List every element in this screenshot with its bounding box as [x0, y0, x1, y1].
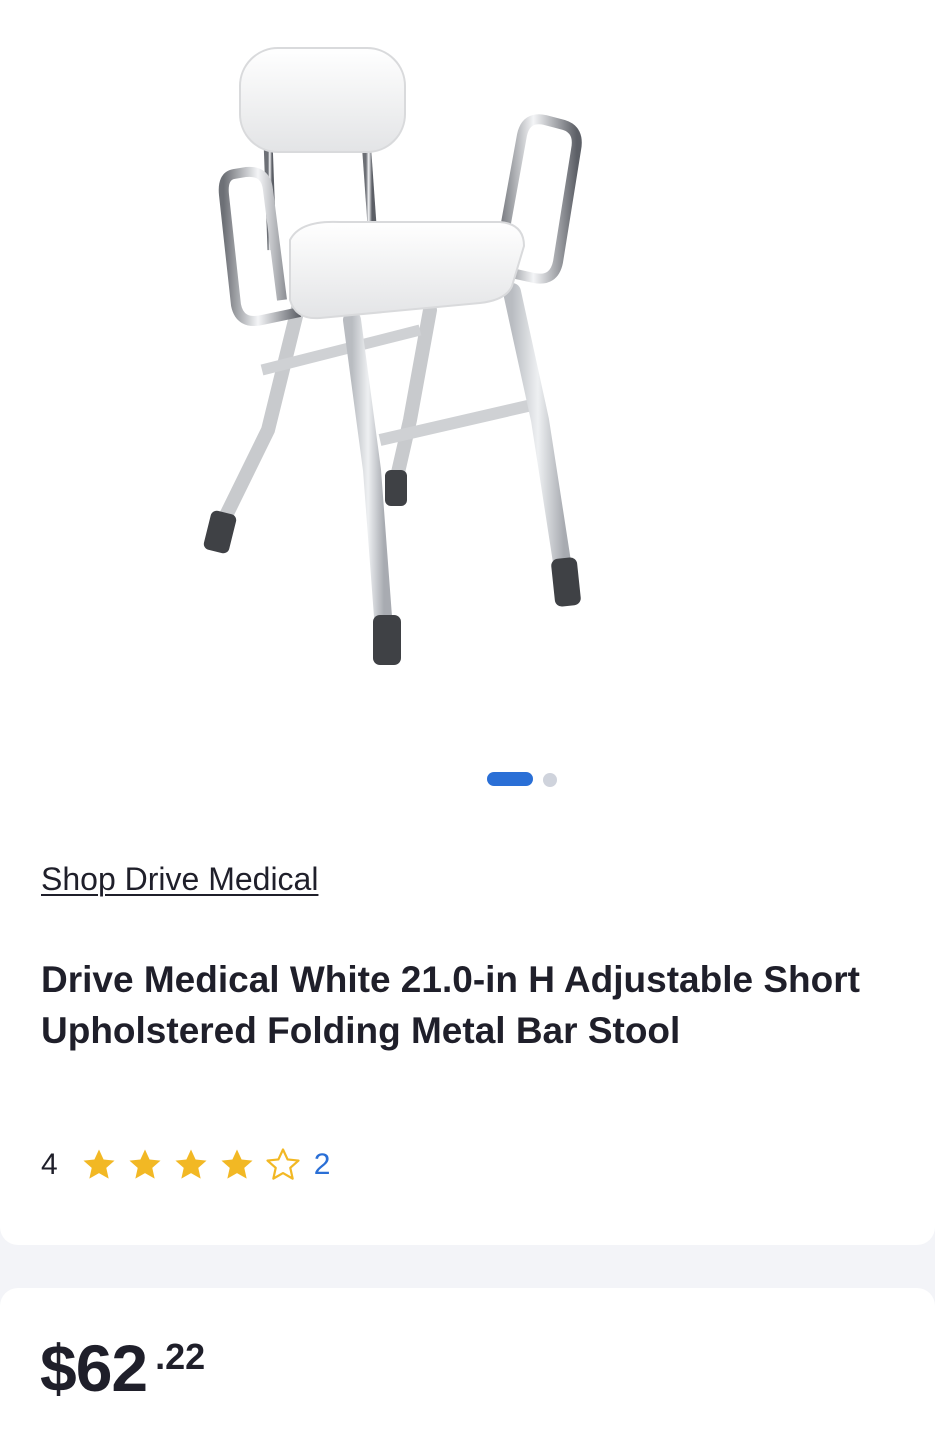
star-filled-icon — [129, 1149, 161, 1179]
product-image-gallery[interactable] — [0, 0, 935, 740]
product-image[interactable] — [0, 0, 935, 740]
star-filled-icon — [221, 1149, 253, 1179]
product-title: Drive Medical White 21.0-in H Adjustable… — [41, 959, 860, 1051]
price-cents: .22 — [155, 1336, 206, 1377]
review-count-link[interactable]: 2 — [314, 1148, 331, 1182]
product-card: Shop Drive Medical Drive Medical White 2… — [0, 0, 935, 1245]
price-card: $62 .22 — [0, 1288, 935, 1440]
price-dollars: $62 — [40, 1331, 148, 1405]
star-empty-icon — [266, 1148, 300, 1180]
star-filled-icon — [83, 1149, 115, 1179]
price: $62 .22 — [40, 1330, 205, 1406]
rating-value: 4 — [41, 1148, 58, 1181]
shop-brand-link[interactable]: Shop Drive Medical — [41, 861, 318, 898]
pagination-dot[interactable] — [543, 773, 557, 787]
rating-stars — [80, 1146, 310, 1184]
rating-row[interactable]: 4 2 — [41, 1145, 330, 1185]
pagination-dot-active[interactable] — [487, 772, 533, 786]
gallery-pagination — [0, 771, 935, 787]
star-filled-icon — [175, 1149, 207, 1179]
